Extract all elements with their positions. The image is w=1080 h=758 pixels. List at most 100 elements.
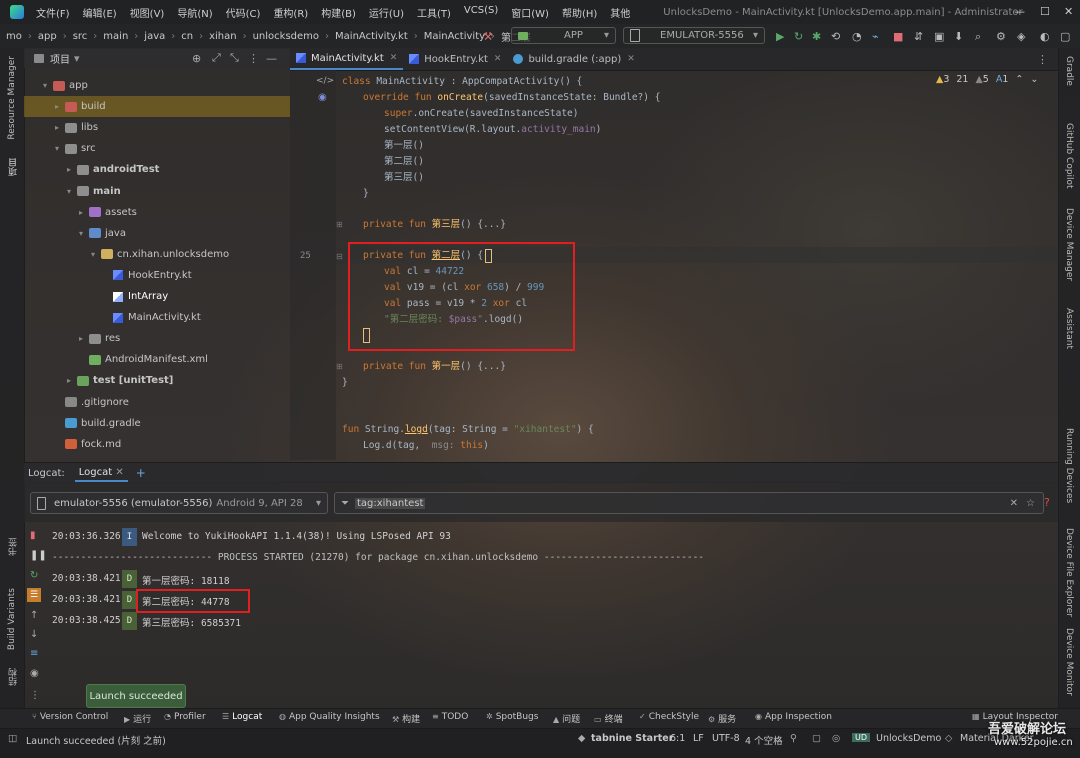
- tree-item[interactable]: ▾ cn.xihan.unlocksdemo: [24, 244, 290, 265]
- debug-icon[interactable]: ✱: [812, 30, 821, 43]
- tree-item[interactable]: ▾ app: [24, 75, 290, 96]
- restart-icon[interactable]: ↻: [30, 570, 38, 581]
- breadcrumb-item[interactable]: app: [38, 31, 57, 42]
- tree-item[interactable]: fock.md: [24, 434, 290, 455]
- chevron-icon[interactable]: ▸: [52, 102, 62, 111]
- close-icon[interactable]: ✕: [390, 53, 398, 63]
- breadcrumb-item[interactable]: MainActivity: [424, 31, 485, 42]
- chevron-icon[interactable]: ▸: [52, 123, 62, 132]
- menu-item[interactable]: 运行(U): [369, 5, 404, 20]
- project-panel-title[interactable]: 项目: [50, 51, 70, 66]
- tree-item[interactable]: build.gradle: [24, 413, 290, 434]
- tool-window-button[interactable]: ☰ Logcat: [222, 712, 262, 722]
- favorite-icon[interactable]: ☆: [1026, 498, 1035, 509]
- sync-icon[interactable]: ⇵: [914, 30, 923, 43]
- scroll-up-icon[interactable]: ↑: [30, 610, 38, 621]
- collapse-all-icon[interactable]: ⤡: [230, 51, 239, 65]
- fold-marker-icon[interactable]: ⊞: [336, 362, 343, 371]
- avd-manager-icon[interactable]: ▣: [934, 30, 944, 43]
- status-message[interactable]: Launch succeeded (片刻 之前): [26, 733, 166, 747]
- memory-icon[interactable]: ◎: [832, 733, 840, 744]
- menu-item[interactable]: 代码(C): [226, 5, 261, 20]
- tab-logcat[interactable]: Logcat ✕: [74, 465, 128, 482]
- menu-item[interactable]: 视图(V): [130, 5, 165, 20]
- clear-log-icon[interactable]: ▮: [30, 530, 36, 541]
- indent-setting[interactable]: 4 个空格: [745, 733, 783, 747]
- hide-icon[interactable]: —: [266, 52, 277, 65]
- logcat-filter-input[interactable]: ⏷ tag:xihantest ✕ ☆: [334, 492, 1044, 514]
- code-line[interactable]: private fun 第一层() {...}: [363, 359, 506, 375]
- menu-item[interactable]: VCS(S): [464, 5, 498, 20]
- breadcrumb-item[interactable]: xihan: [209, 31, 237, 42]
- window-icon[interactable]: ▢: [1060, 30, 1070, 43]
- tool-window-button[interactable]: ◔ Profiler: [164, 712, 206, 722]
- tool-window-button[interactable]: ✓ CheckStyle: [639, 712, 699, 722]
- run-config-select[interactable]: APP ▾: [511, 27, 616, 44]
- help-icon[interactable]: ?: [1044, 496, 1050, 509]
- fold-marker-icon[interactable]: ⊞: [336, 220, 343, 229]
- code-line[interactable]: override fun onCreate(savedInstanceState…: [363, 90, 660, 106]
- minimize-button[interactable]: —: [1014, 5, 1025, 18]
- log-message[interactable]: Welcome to YukiHookAPI 1.1.4(38)! Using …: [142, 531, 451, 542]
- close-icon[interactable]: ✕: [115, 467, 123, 478]
- project-tab[interactable]: 项目: [7, 158, 20, 176]
- menu-item[interactable]: 编辑(E): [83, 5, 117, 20]
- tree-item[interactable]: ▸ test [unitTest]: [24, 370, 290, 391]
- chevron-icon[interactable]: ▸: [76, 334, 86, 343]
- pause-icon[interactable]: ❚❚: [30, 550, 47, 561]
- code-line[interactable]: 第一层(): [384, 138, 424, 154]
- editor-tab[interactable]: HookEntry.kt ✕: [403, 48, 507, 70]
- editor-tab[interactable]: build.gradle (:app) ✕: [507, 48, 640, 70]
- sdk-manager-icon[interactable]: ⬇: [954, 30, 963, 43]
- log-line[interactable]: 20:03:38.425: [52, 615, 121, 626]
- apply-changes-icon[interactable]: ⟲: [831, 30, 840, 43]
- tree-item[interactable]: ▸ androidTest: [24, 159, 290, 180]
- chevron-up-icon[interactable]: ⌃: [1015, 74, 1023, 85]
- code-line[interactable]: setContentView(R.layout.activity_main): [384, 122, 601, 138]
- tool-window-button[interactable]: ⚙ 服务: [708, 712, 736, 725]
- code-line[interactable]: class MainActivity : AppCompatActivity()…: [342, 74, 582, 90]
- code-vision-icon[interactable]: </>: [316, 76, 334, 86]
- tabnine-status[interactable]: tabnine Starter: [591, 733, 673, 744]
- device-monitor-tab[interactable]: Device Monitor: [1064, 628, 1074, 696]
- menu-item[interactable]: 重构(R): [273, 5, 308, 20]
- screenshot-icon[interactable]: ◉: [30, 668, 39, 679]
- tool-window-button[interactable]: ✲ SpotBugs: [486, 712, 538, 722]
- close-button[interactable]: ✕: [1064, 5, 1073, 18]
- scroll-down-icon[interactable]: ↓: [30, 629, 38, 640]
- chevron-down-icon[interactable]: ⌄: [1030, 74, 1038, 85]
- maximize-button[interactable]: ☐: [1040, 5, 1050, 18]
- breadcrumb-item[interactable]: java: [144, 31, 165, 42]
- expand-all-icon[interactable]: ⤢: [212, 51, 221, 65]
- fold-marker-icon[interactable]: ⊟: [336, 252, 343, 261]
- attach-debugger-icon[interactable]: ⌁: [872, 30, 879, 43]
- chevron-down-icon[interactable]: ▾: [74, 52, 80, 65]
- lock-icon[interactable]: ▢: [812, 733, 821, 744]
- tree-item[interactable]: AndroidManifest.xml: [24, 349, 290, 370]
- copilot-tab[interactable]: GitHub Copilot: [1064, 123, 1074, 189]
- breadcrumb-item[interactable]: cn: [181, 31, 193, 42]
- device-file-explorer-tab[interactable]: Device File Explorer: [1064, 528, 1074, 617]
- project-name[interactable]: UnlocksDemo: [876, 733, 941, 744]
- more-tabs-icon[interactable]: ⋮: [1037, 53, 1048, 66]
- log-message[interactable]: 第三层密码: 6585371: [142, 615, 241, 629]
- menu-item[interactable]: 工具(T): [417, 5, 451, 20]
- gradle-tab[interactable]: Gradle: [1064, 56, 1074, 86]
- build-variants-tab[interactable]: Build Variants: [7, 588, 17, 650]
- chevron-icon[interactable]: ▸: [64, 376, 74, 385]
- breadcrumb-item[interactable]: main: [103, 31, 128, 42]
- update-icon[interactable]: ◐: [1040, 30, 1050, 43]
- code-line[interactable]: Log.d(tag, msg: this): [363, 438, 489, 454]
- tree-item[interactable]: MainActivity.kt: [24, 307, 290, 328]
- chevron-icon[interactable]: ▾: [88, 250, 98, 259]
- chevron-icon[interactable]: ▾: [76, 229, 86, 238]
- tool-window-button[interactable]: ▭ 终端: [594, 712, 623, 725]
- tree-item[interactable]: ▾ main: [24, 181, 290, 202]
- format-icon[interactable]: ≡: [30, 648, 38, 659]
- locate-icon[interactable]: ⊕: [192, 52, 201, 65]
- code-line[interactable]: }: [363, 186, 369, 202]
- tree-item[interactable]: ▸ res: [24, 328, 290, 349]
- run-icon[interactable]: ▶: [776, 30, 784, 43]
- search-icon[interactable]: ⌕: [975, 30, 981, 44]
- tree-item[interactable]: ▸ libs: [24, 117, 290, 138]
